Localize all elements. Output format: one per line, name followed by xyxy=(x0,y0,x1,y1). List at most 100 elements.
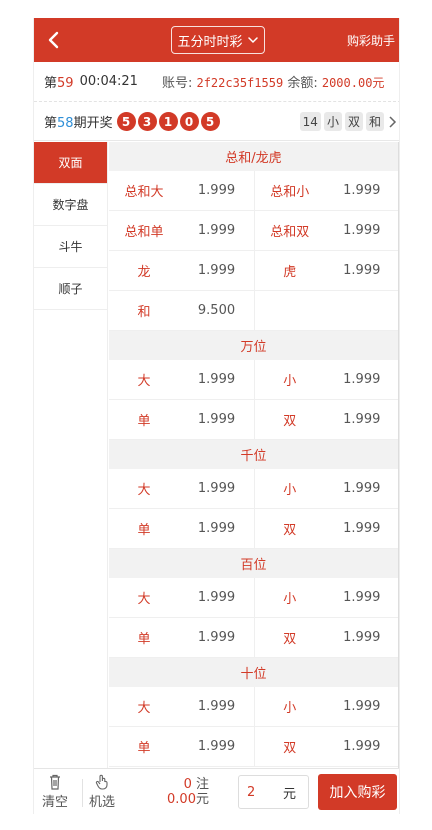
bet-option[interactable]: 单 1.999 xyxy=(109,509,254,548)
section-title: 千位 xyxy=(109,440,398,469)
bet-option[interactable]: 小 1.999 xyxy=(254,687,398,726)
sidebar-tab[interactable]: 双面 xyxy=(34,142,107,184)
current-period: 第59 xyxy=(44,76,74,91)
chevron-left-icon xyxy=(48,31,59,49)
bet-option[interactable]: 小 1.999 xyxy=(254,360,398,399)
bet-option[interactable]: 单 1.999 xyxy=(109,618,254,657)
bet-option-odds: 1.999 xyxy=(343,699,381,714)
back-button[interactable] xyxy=(40,26,68,54)
draw-ball: 5 xyxy=(200,112,220,131)
game-selector[interactable]: 五分时时彩 xyxy=(171,26,265,54)
lottery-app: 五分时时彩 购彩助手 第59 00:04:21 账号: 2f22c35f1559… xyxy=(33,18,400,814)
game-selector-label: 五分时时彩 xyxy=(177,34,243,50)
section-title: 万位 xyxy=(109,331,398,360)
footer-divider xyxy=(82,779,83,807)
bet-option-odds: 1.999 xyxy=(197,630,236,645)
account-id: 2f22c35f1559 xyxy=(196,76,284,90)
bet-option-odds: 1.999 xyxy=(343,521,381,536)
odds-row: 单 1.999 双 1.999 xyxy=(109,727,398,767)
bet-option-name: 大 xyxy=(137,701,151,716)
bet-option[interactable]: 双 1.999 xyxy=(254,509,398,548)
bet-option-name: 小 xyxy=(283,374,297,389)
bet-option-name: 双 xyxy=(283,632,297,647)
bet-option[interactable]: 总和大 1.999 xyxy=(109,171,254,210)
draw-tag: 双 xyxy=(344,112,363,131)
bet-option-odds: 1.999 xyxy=(197,521,236,536)
bet-option-odds: 9.500 xyxy=(197,303,236,318)
bet-option-odds: 1.999 xyxy=(343,630,381,645)
bet-option-odds: 1.999 xyxy=(343,739,381,754)
draw-ball: 0 xyxy=(179,112,199,131)
bet-option-odds: 1.999 xyxy=(343,412,381,427)
bet-option[interactable]: 大 1.999 xyxy=(109,360,254,399)
bet-option-name: 总和双 xyxy=(270,225,310,240)
draw-tag: 小 xyxy=(323,112,342,131)
bet-option-odds: 1.999 xyxy=(197,739,236,754)
bet-option[interactable]: 龙 1.999 xyxy=(109,251,254,290)
bet-option[interactable]: 大 1.999 xyxy=(109,469,254,508)
stake-amount-input[interactable] xyxy=(239,784,283,800)
bet-option[interactable]: 总和双 1.999 xyxy=(254,211,398,250)
sidebar-tab[interactable]: 斗牛 xyxy=(34,226,107,268)
section-title: 总和/龙虎 xyxy=(109,142,398,171)
odds-row: 大 1.999 小 1.999 xyxy=(109,469,398,509)
bet-option-odds: 1.999 xyxy=(343,590,381,605)
bet-option-name: 虎 xyxy=(283,265,297,280)
draw-result-balls: 53105 xyxy=(116,112,222,131)
odds-row: 单 1.999 双 1.999 xyxy=(109,400,398,440)
purchase-helper-link[interactable]: 购彩助手 xyxy=(347,32,395,49)
balance-value: 2000.00元 xyxy=(321,76,385,90)
bet-option-odds: 1.999 xyxy=(343,263,381,278)
chevron-down-icon xyxy=(247,37,258,44)
draw-ball: 3 xyxy=(137,112,157,131)
add-to-cart-button[interactable]: 加入购彩 xyxy=(318,774,397,810)
bet-option[interactable]: 虎 1.999 xyxy=(254,251,398,290)
bet-option-odds: 1.999 xyxy=(197,372,236,387)
random-pick-button[interactable]: 机选 xyxy=(89,773,115,810)
odds-row: 总和单 1.999 总和双 1.999 xyxy=(109,211,398,251)
odds-board: 总和/龙虎 总和大 1.999 总和小 1.999 总和单 1.999 总和双 1.999 龙 1.… xyxy=(109,142,399,768)
bet-option[interactable]: 小 1.999 xyxy=(254,578,398,617)
bet-option-name: 小 xyxy=(283,701,297,716)
bet-option-odds: 1.999 xyxy=(197,263,236,278)
trash-icon xyxy=(50,774,60,790)
bet-option[interactable]: 双 1.999 xyxy=(254,400,398,439)
odds-row: 单 1.999 双 1.999 xyxy=(109,618,398,658)
bet-option-name: 单 xyxy=(137,414,151,429)
bet-option-name: 双 xyxy=(283,741,297,756)
draw-ball: 1 xyxy=(158,112,178,131)
odds-row: 龙 1.999 虎 1.999 xyxy=(109,251,398,291)
odds-row: 总和大 1.999 总和小 1.999 xyxy=(109,171,398,211)
bet-option-name: 单 xyxy=(137,741,151,756)
section-title: 百位 xyxy=(109,549,398,578)
bet-option[interactable]: 单 1.999 xyxy=(109,727,254,766)
draw-result-tags: 14 小双和 xyxy=(297,112,397,131)
bet-option[interactable]: 和 9.500 xyxy=(109,291,254,330)
stake-amount-box: 元 xyxy=(238,775,309,809)
bet-amount: 0.00 xyxy=(167,792,196,807)
bet-summary: 0 注 0.00元 xyxy=(167,777,209,807)
bet-option[interactable]: 双 1.999 xyxy=(254,618,398,657)
sidebar-tab[interactable]: 数字盘 xyxy=(34,184,107,226)
bet-option[interactable]: 大 1.999 xyxy=(109,687,254,726)
bet-option[interactable]: 总和小 1.999 xyxy=(254,171,398,210)
play-type-sidebar: 双面 数字盘 斗牛 顺子 xyxy=(34,142,108,768)
bet-option-name: 大 xyxy=(137,483,151,498)
clear-button[interactable]: 清空 xyxy=(42,773,68,810)
last-draw-bar[interactable]: 第58期开奖 53105 14 小双和 xyxy=(34,103,399,141)
bet-option-odds: 1.999 xyxy=(343,183,381,198)
bet-option[interactable]: 小 1.999 xyxy=(254,469,398,508)
bet-option-name: 双 xyxy=(283,523,297,538)
chevron-right-icon[interactable] xyxy=(387,115,397,129)
last-draw-label: 第58期开奖 xyxy=(44,116,113,131)
bet-option[interactable]: 双 1.999 xyxy=(254,727,398,766)
bet-option-name: 小 xyxy=(283,483,297,498)
bet-option[interactable]: 大 1.999 xyxy=(109,578,254,617)
bet-option[interactable]: 总和单 1.999 xyxy=(109,211,254,250)
bet-option-name: 总和单 xyxy=(124,225,164,240)
bet-option-odds: 1.999 xyxy=(343,481,381,496)
bet-option[interactable]: 单 1.999 xyxy=(109,400,254,439)
bet-option-odds: 1.999 xyxy=(197,481,236,496)
section-title: 十位 xyxy=(109,658,398,687)
sidebar-tab[interactable]: 顺子 xyxy=(34,268,107,310)
